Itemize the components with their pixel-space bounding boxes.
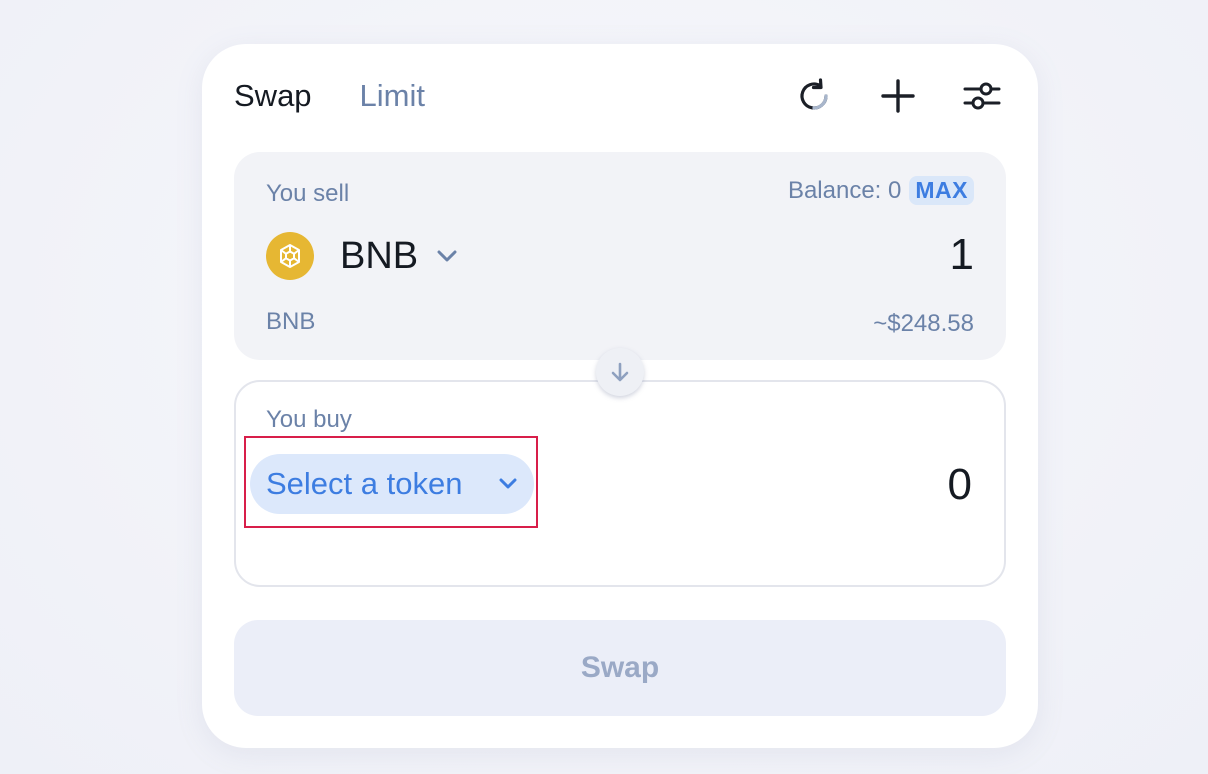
bnb-logo-icon <box>266 232 314 280</box>
tab-limit[interactable]: Limit <box>360 74 425 118</box>
chevron-down-icon <box>436 249 458 263</box>
buy-amount-input[interactable]: 0 <box>948 460 972 510</box>
add-button[interactable] <box>874 72 922 120</box>
arrow-down-icon <box>611 362 629 382</box>
sell-token-selector[interactable]: BNB <box>266 232 458 280</box>
buy-panel: You buy Select a token 0 <box>234 380 1006 587</box>
swap-tabs: Swap Limit <box>234 74 425 118</box>
refresh-button[interactable] <box>790 72 838 120</box>
sell-usd-value: ~$248.58 <box>873 310 974 337</box>
settings-sliders-icon <box>963 82 1001 110</box>
sell-panel: You sell Balance: 0 MAX BNB 1 BNB ~$248.… <box>234 152 1006 360</box>
select-token-button[interactable]: Select a token <box>250 454 534 514</box>
swap-submit-button[interactable]: Swap <box>234 620 1006 716</box>
sell-label: You sell <box>266 180 350 207</box>
balance-text: Balance: 0 <box>787 176 902 204</box>
max-button[interactable]: MAX <box>909 176 974 205</box>
settings-button[interactable] <box>958 72 1006 120</box>
sell-balance: Balance: 0 MAX <box>788 176 974 205</box>
refresh-icon <box>800 78 828 110</box>
tab-swap[interactable]: Swap <box>234 74 312 118</box>
sell-token-name: BNB <box>266 308 316 335</box>
plus-icon <box>881 79 915 113</box>
select-token-label: Select a token <box>266 466 463 501</box>
swap-card: Swap Limit You sell Balance: 0 MAX BNB 1… <box>202 44 1038 748</box>
chevron-down-icon <box>496 472 520 501</box>
sell-amount-input[interactable]: 1 <box>950 230 974 280</box>
swap-toolbar <box>790 72 1006 120</box>
sell-token-symbol: BNB <box>340 234 419 277</box>
buy-label: You buy <box>266 406 352 433</box>
switch-direction-button[interactable] <box>596 348 644 396</box>
